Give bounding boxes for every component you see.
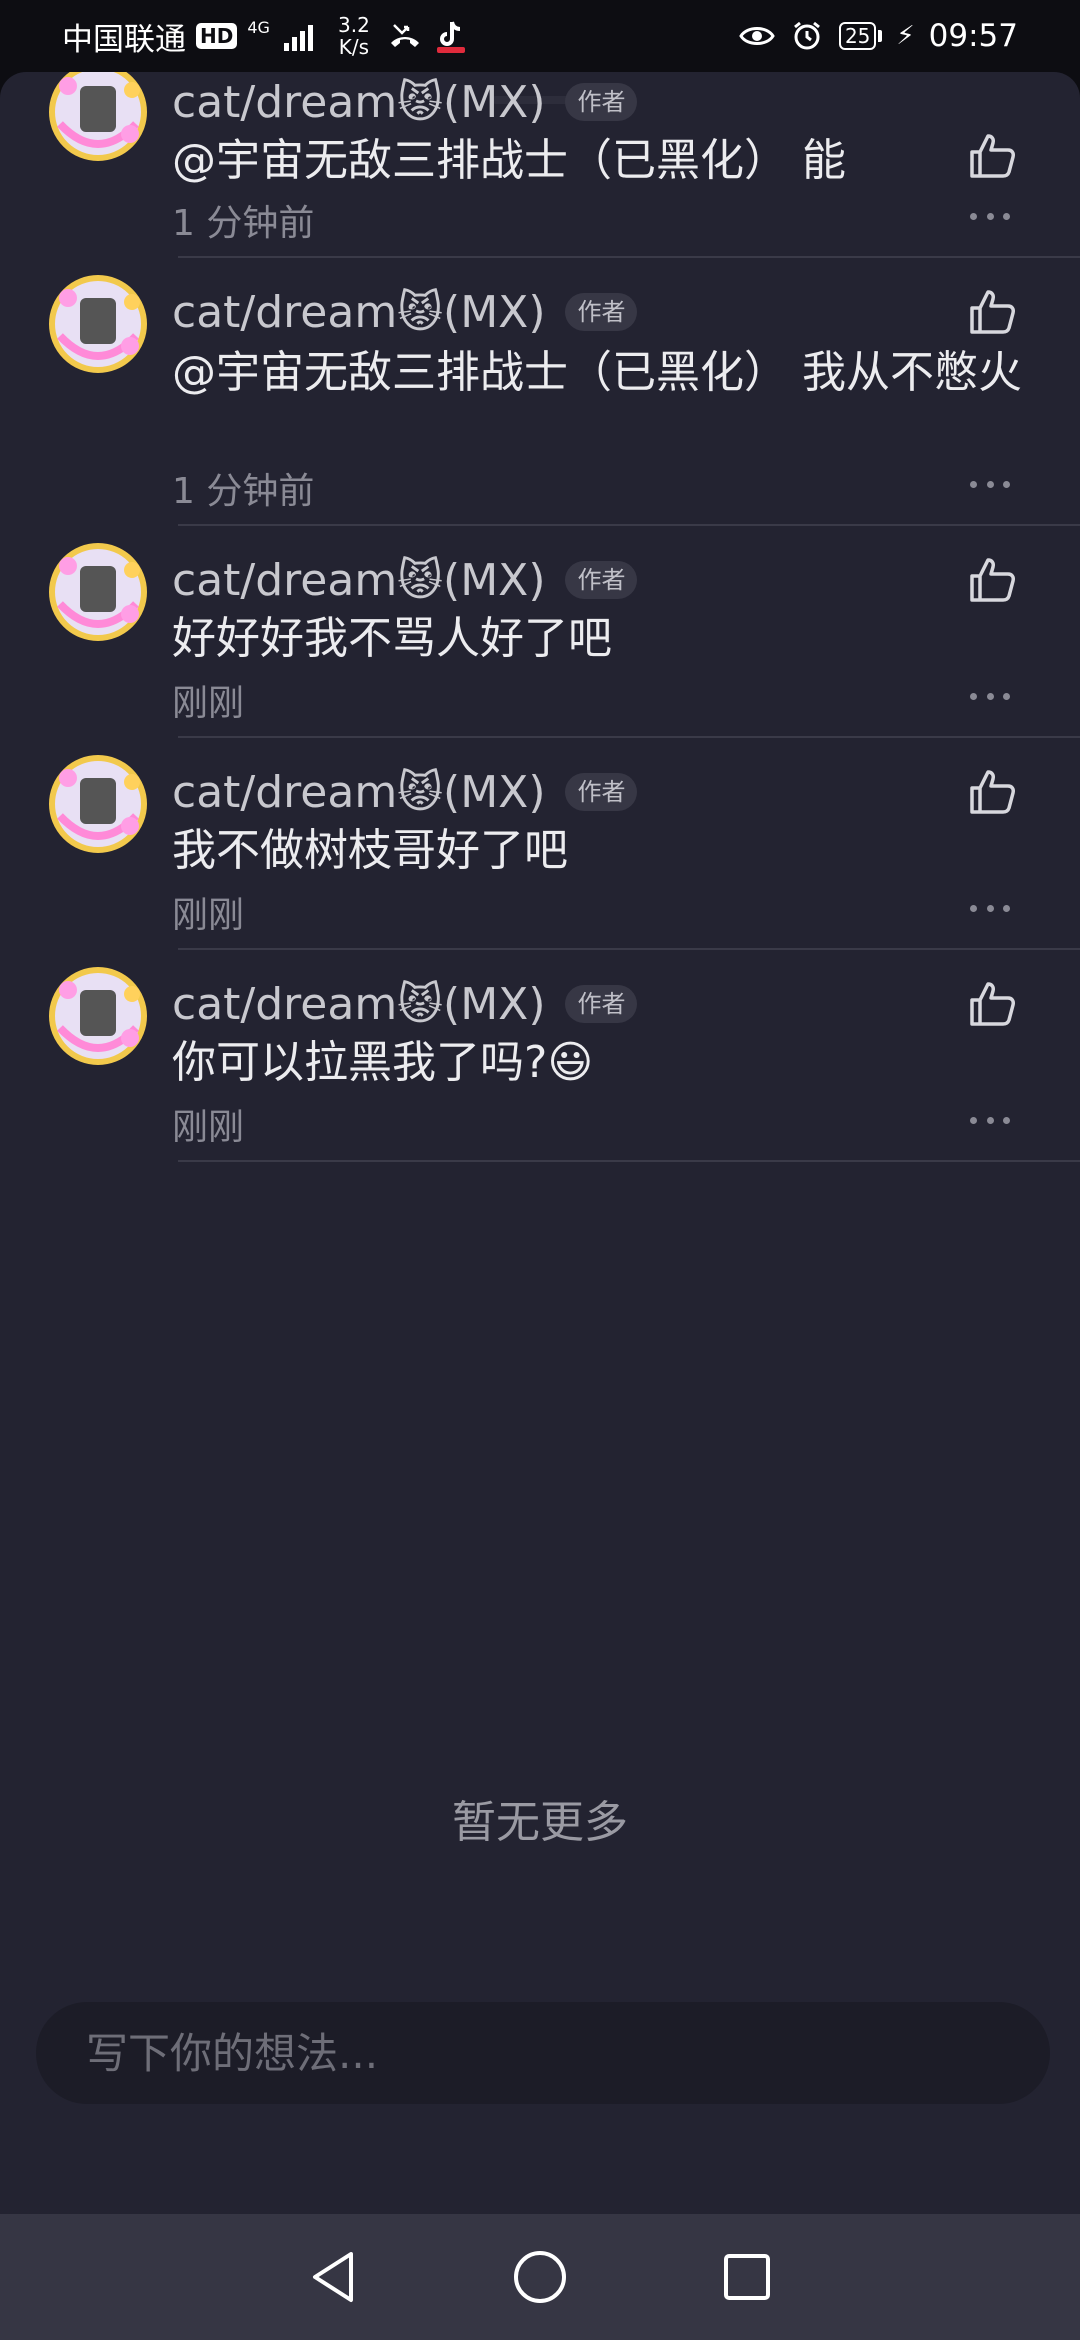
author-name[interactable]: cat/dream😾(MX) — [172, 287, 545, 338]
comment-text: 好好好我不骂人好了吧 — [172, 613, 612, 664]
author-badge: 作者 — [565, 773, 638, 811]
avatar[interactable] — [46, 272, 150, 376]
comment-text: 你可以拉黑我了吗?😃 — [172, 1037, 594, 1088]
no-more-label: 暂无更多 — [452, 1797, 628, 1848]
comment-time: 1 分钟前 — [172, 471, 315, 512]
battery-level: 25 — [838, 22, 877, 50]
avatar[interactable] — [46, 540, 150, 644]
divider — [178, 524, 1080, 526]
comments-sheet: cat/dream😾(MX) 作者 @宇宙无敌三排战士（已黑化） 能 1 分钟前… — [0, 72, 1080, 2214]
comment-text: @宇宙无敌三排战士（已黑化） 我从不憋火 — [172, 347, 1022, 398]
hd-badge: HD — [196, 23, 238, 49]
more-icon[interactable] — [970, 479, 1010, 489]
navigation-bar — [0, 2214, 1080, 2340]
network-speed-value: 3.2 — [338, 13, 370, 37]
comment-time: 1 分钟前 — [172, 203, 315, 244]
tiktok-icon — [433, 18, 469, 54]
avatar[interactable] — [46, 752, 150, 856]
comment-text: @宇宙无敌三排战士（已黑化） 能 — [172, 135, 846, 186]
home-button[interactable] — [505, 2242, 575, 2312]
network-type: 4G — [247, 17, 270, 37]
divider — [178, 256, 1080, 258]
missed-call-icon — [387, 18, 423, 54]
back-button[interactable] — [298, 2242, 368, 2312]
comment-time: 刚刚 — [172, 895, 245, 936]
more-icon[interactable] — [970, 903, 1010, 913]
more-icon[interactable] — [970, 211, 1010, 221]
divider — [178, 736, 1080, 738]
carrier-label: 中国联通 — [62, 21, 186, 58]
signal-icon — [283, 21, 313, 51]
alarm-icon — [789, 18, 825, 54]
author-badge: 作者 — [565, 293, 638, 331]
author-badge: 作者 — [565, 561, 638, 599]
more-icon[interactable] — [970, 691, 1010, 701]
clock: 09:57 — [928, 18, 1018, 54]
comment-text: 我不做树枝哥好了吧 — [172, 825, 568, 876]
comment-input-bar[interactable] — [36, 2002, 1050, 2104]
battery-icon: 25 — [838, 22, 883, 50]
network-speed: 3.2 K/s — [331, 14, 377, 58]
back-icon — [313, 2252, 354, 2302]
status-bar: 中国联通 HD 4G 3.2 K/s 25 ⚡ 09:57 — [0, 0, 1080, 72]
recents-button[interactable] — [712, 2242, 782, 2312]
divider — [178, 948, 1080, 950]
eye-icon — [739, 18, 775, 54]
comment-input[interactable] — [86, 2028, 986, 2078]
author-badge: 作者 — [565, 985, 638, 1023]
comment-time: 刚刚 — [172, 1107, 245, 1148]
charging-icon: ⚡ — [896, 21, 915, 51]
author-badge: 作者 — [565, 83, 638, 121]
recents-icon — [723, 2254, 770, 2300]
more-icon[interactable] — [970, 1115, 1010, 1125]
avatar[interactable] — [46, 964, 150, 1068]
network-speed-unit: K/s — [338, 35, 370, 59]
divider — [178, 1160, 1080, 1162]
home-icon — [513, 2251, 566, 2303]
avatar[interactable] — [46, 72, 150, 164]
comment-time: 刚刚 — [172, 683, 245, 724]
